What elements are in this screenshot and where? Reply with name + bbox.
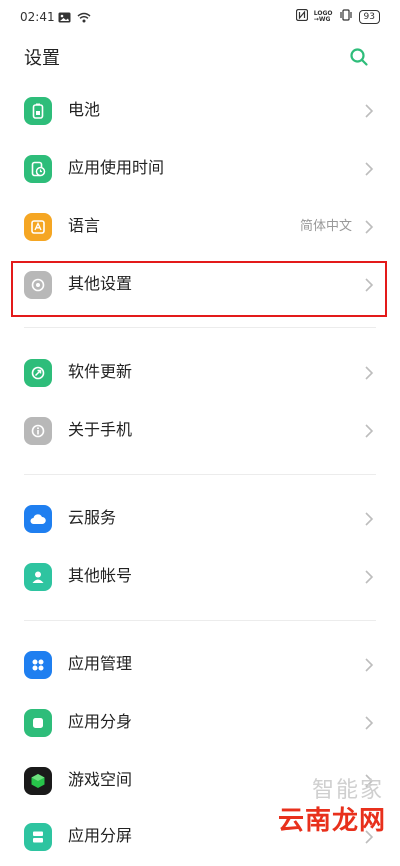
app-management-icon bbox=[24, 651, 52, 679]
chevron-right-icon bbox=[365, 570, 374, 584]
settings-item-label: 应用管理 bbox=[68, 654, 133, 673]
settings-item-app-usage[interactable]: 应用使用时间 bbox=[0, 140, 400, 198]
settings-item-label: 应用分身 bbox=[68, 712, 133, 731]
wifi-icon bbox=[77, 8, 91, 27]
header: 设置 bbox=[0, 36, 400, 80]
battery-indicator: 93 bbox=[358, 9, 380, 24]
chevron-right-icon bbox=[365, 424, 374, 438]
about-phone-icon bbox=[24, 417, 52, 445]
software-update-icon bbox=[24, 359, 52, 387]
settings-item-label: 应用分屏 bbox=[68, 826, 133, 845]
status-bar: 02:41 LOGO →WG 93 bbox=[0, 0, 400, 36]
settings-item-about-phone[interactable]: 关于手机 bbox=[0, 402, 400, 460]
settings-item-software-update[interactable]: 软件更新 bbox=[0, 344, 400, 402]
chevron-right-icon bbox=[365, 658, 374, 672]
battery-icon bbox=[24, 97, 52, 125]
language-value: 简体中文 bbox=[299, 219, 352, 234]
settings-item-battery[interactable]: 电池 bbox=[0, 82, 400, 140]
settings-item-app-clone[interactable]: 应用分身 bbox=[0, 694, 400, 752]
account-icon bbox=[24, 563, 52, 591]
group-divider bbox=[24, 327, 376, 328]
chevron-right-icon bbox=[365, 162, 374, 176]
vibrate-icon bbox=[339, 9, 353, 24]
settings-item-language[interactable]: 语言 简体中文 bbox=[0, 198, 400, 256]
group-divider bbox=[24, 474, 376, 475]
game-space-icon bbox=[24, 767, 52, 795]
chevron-right-icon bbox=[365, 716, 374, 730]
settings-item-label: 其他帐号 bbox=[68, 566, 133, 585]
settings-item-label: 云服务 bbox=[68, 508, 117, 527]
settings-item-label: 应用使用时间 bbox=[68, 158, 165, 177]
page-title: 设置 bbox=[24, 48, 60, 69]
settings-item-app-management[interactable]: 应用管理 bbox=[0, 636, 400, 694]
highlight-box bbox=[11, 261, 387, 317]
settings-item-other-accounts[interactable]: 其他帐号 bbox=[0, 548, 400, 606]
chevron-right-icon bbox=[365, 104, 374, 118]
app-usage-icon bbox=[24, 155, 52, 183]
settings-item-cloud-service[interactable]: 云服务 bbox=[0, 490, 400, 548]
cloud-icon bbox=[24, 505, 52, 533]
language-icon bbox=[24, 213, 52, 241]
chevron-right-icon bbox=[365, 512, 374, 526]
chevron-right-icon bbox=[365, 220, 374, 234]
image-notification-icon bbox=[58, 8, 71, 27]
chevron-right-icon bbox=[365, 366, 374, 380]
settings-item-label: 关于手机 bbox=[68, 420, 133, 439]
group-divider bbox=[24, 620, 376, 621]
app-clone-icon bbox=[24, 709, 52, 737]
network-label: LOGO →WG bbox=[313, 9, 333, 23]
settings-item-label: 语言 bbox=[68, 216, 101, 235]
search-button[interactable] bbox=[344, 42, 374, 72]
watermark-text: 云南龙网 bbox=[277, 806, 386, 836]
split-screen-icon bbox=[24, 823, 52, 851]
nfc-icon bbox=[295, 8, 308, 24]
settings-item-label: 电池 bbox=[68, 100, 101, 119]
status-time: 02:41 bbox=[20, 10, 55, 24]
settings-item-label: 软件更新 bbox=[68, 362, 133, 381]
search-icon bbox=[350, 48, 368, 66]
settings-item-label: 游戏空间 bbox=[68, 770, 133, 789]
